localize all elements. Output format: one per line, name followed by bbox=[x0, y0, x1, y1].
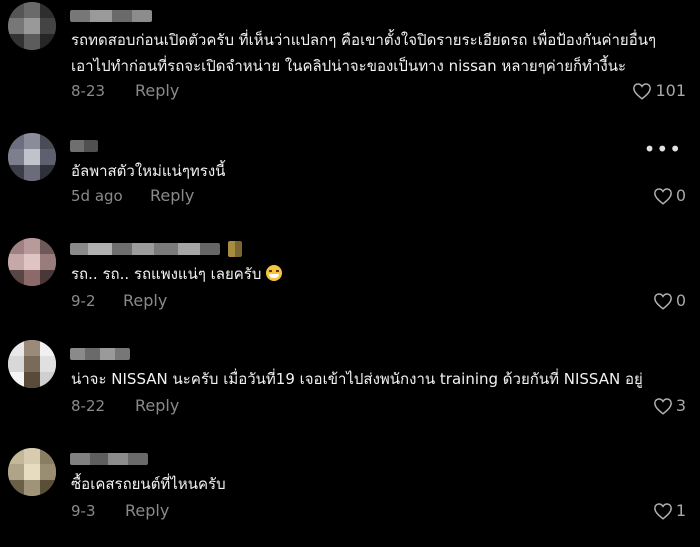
badge-blurred bbox=[228, 241, 242, 257]
avatar[interactable] bbox=[8, 340, 56, 388]
heart-outline-icon bbox=[653, 292, 672, 310]
comment-text: เอาไปทำก่อนที่รถจะเปิดจำหน่าย ในคลิปน่าจ… bbox=[71, 57, 627, 75]
heart-outline-icon bbox=[633, 82, 652, 100]
comment-date: 9-3 bbox=[71, 502, 96, 520]
reply-button[interactable]: Reply bbox=[135, 81, 179, 100]
like-button[interactable]: 3 bbox=[653, 396, 686, 415]
comment-text: น่าจะ NISSAN นะครับ เมื่อวันที่19 เจอเข้… bbox=[71, 370, 643, 388]
more-options-icon[interactable]: ••• bbox=[644, 139, 682, 159]
heart-outline-icon bbox=[653, 397, 672, 415]
heart-outline-icon bbox=[653, 502, 672, 520]
like-count: 101 bbox=[655, 81, 686, 100]
username-blurred[interactable] bbox=[70, 453, 148, 465]
comment-date: 8-22 bbox=[71, 397, 106, 415]
reply-button[interactable]: Reply bbox=[150, 186, 194, 205]
comment-date: 8-23 bbox=[71, 82, 106, 100]
like-count: 1 bbox=[675, 501, 686, 520]
like-button[interactable]: 101 bbox=[632, 81, 686, 100]
like-button[interactable]: 0 bbox=[653, 186, 686, 205]
avatar[interactable] bbox=[8, 2, 56, 50]
like-count: 0 bbox=[675, 291, 686, 310]
comment-text: ซื้อเคสรถยนต์ที่ไหนครับ bbox=[71, 475, 226, 493]
avatar[interactable] bbox=[8, 133, 56, 181]
username-blurred[interactable] bbox=[70, 10, 152, 22]
username-blurred[interactable] bbox=[70, 348, 130, 360]
comment-text-body: รถ.. รถ.. รถแพงแน่ๆ เลยครับ bbox=[71, 265, 262, 283]
like-count: 3 bbox=[675, 396, 686, 415]
like-button[interactable]: 0 bbox=[653, 291, 686, 310]
like-button[interactable]: 1 bbox=[653, 501, 686, 520]
like-count: 0 bbox=[675, 186, 686, 205]
avatar[interactable] bbox=[8, 448, 56, 496]
reply-button[interactable]: Reply bbox=[123, 291, 167, 310]
comment-text: รถ.. รถ.. รถแพงแน่ๆ เลยครับ bbox=[71, 261, 283, 287]
username-blurred[interactable] bbox=[70, 243, 220, 255]
grinning-sweat-emoji bbox=[266, 265, 283, 281]
heart-outline-icon bbox=[653, 187, 672, 205]
comment-date: 5d ago bbox=[71, 187, 123, 205]
avatar[interactable] bbox=[8, 238, 56, 286]
username-blurred[interactable] bbox=[70, 140, 98, 152]
comment-date: 9-2 bbox=[71, 292, 96, 310]
comment-text: อัลพาสตัวใหม่แน่ๆทรงนี้ bbox=[71, 162, 226, 180]
comment-text: รถทดสอบก่อนเปิดตัวครับ ที่เห็นว่าแปลกๆ ค… bbox=[71, 31, 657, 49]
reply-button[interactable]: Reply bbox=[135, 396, 179, 415]
reply-button[interactable]: Reply bbox=[125, 501, 169, 520]
